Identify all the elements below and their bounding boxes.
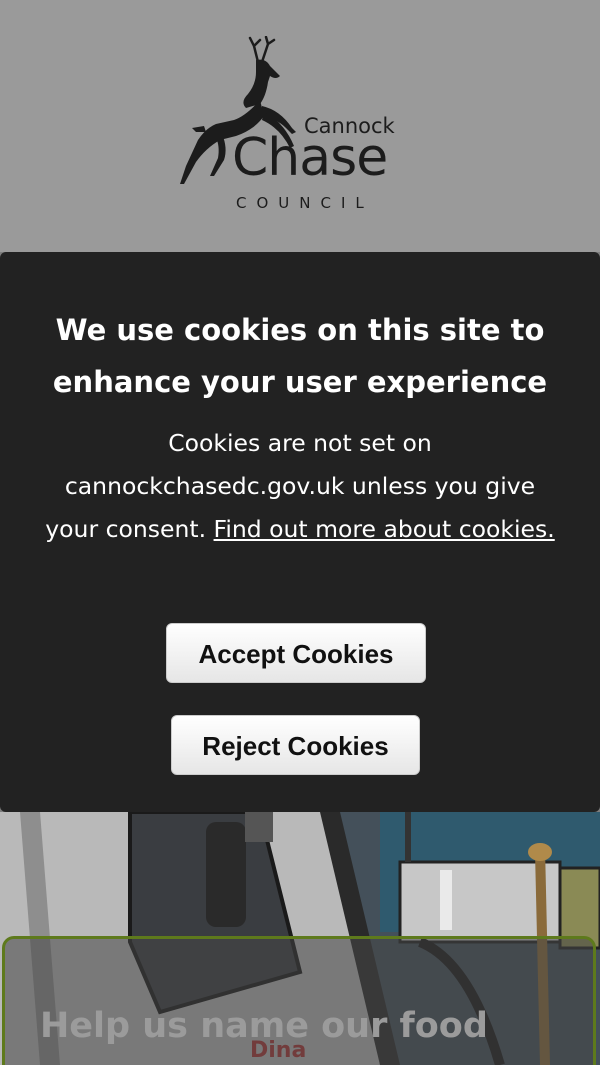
council-logo[interactable]: Cannock Chase COUNCIL	[176, 36, 426, 216]
cookie-banner-title: We use cookies on this site to enhance y…	[52, 313, 548, 399]
accept-cookies-button[interactable]: Accept Cookies	[166, 623, 426, 683]
cookie-banner-text: Cookies are not set on cannockchasedc.go…	[36, 422, 564, 551]
cookie-consent-banner: We use cookies on this site to enhance y…	[0, 252, 600, 812]
reject-cookies-button[interactable]: Reject Cookies	[171, 715, 420, 775]
promo-title: Help us name our food	[40, 1006, 488, 1046]
logo-text-council: COUNCIL	[236, 194, 374, 212]
cookie-info-link[interactable]: Find out more about cookies.	[214, 515, 555, 543]
site-header: Cannock Chase COUNCIL	[0, 0, 600, 252]
logo-text-chase: Chase	[232, 128, 388, 188]
page: Cannock Chase COUNCIL Help us name our f…	[0, 0, 600, 1065]
